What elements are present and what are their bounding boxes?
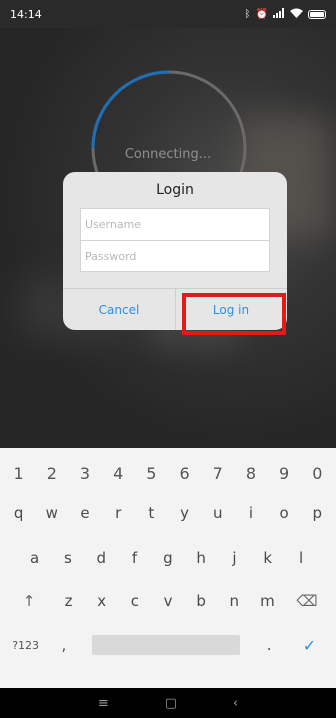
key-o[interactable]: o [268, 498, 301, 528]
dialog-title: Login [156, 182, 194, 198]
key-x[interactable]: x [85, 586, 118, 616]
wifi-icon [290, 8, 303, 21]
key-4[interactable]: 4 [102, 458, 135, 488]
key-comma[interactable]: , [45, 636, 82, 654]
status-bar: 14:14 ᛒ ⏰ [0, 0, 336, 28]
key-5[interactable]: 5 [135, 458, 168, 488]
key-w[interactable]: w [35, 498, 68, 528]
key-6[interactable]: 6 [168, 458, 201, 488]
keyboard-row-a: a s d f g h j k l [0, 543, 336, 573]
keyboard-row-z: ↑ z x c v b n m ⌫ [0, 586, 336, 616]
key-7[interactable]: 7 [201, 458, 234, 488]
key-g[interactable]: g [151, 543, 184, 573]
username-input[interactable] [80, 208, 270, 240]
menu-icon[interactable]: ≡ [98, 696, 109, 711]
key-1[interactable]: 1 [2, 458, 35, 488]
backspace-key-icon[interactable]: ⌫ [284, 586, 330, 616]
key-f[interactable]: f [118, 543, 151, 573]
key-9[interactable]: 9 [268, 458, 301, 488]
login-button[interactable]: Log in [175, 289, 287, 330]
key-t[interactable]: t [135, 498, 168, 528]
key-c[interactable]: c [118, 586, 151, 616]
key-r[interactable]: r [102, 498, 135, 528]
key-3[interactable]: 3 [68, 458, 101, 488]
key-e[interactable]: e [68, 498, 101, 528]
back-icon[interactable]: ‹ [233, 696, 238, 711]
cancel-button[interactable]: Cancel [63, 289, 175, 330]
key-n[interactable]: n [218, 586, 251, 616]
connecting-status: Connecting... [124, 147, 212, 162]
key-u[interactable]: u [201, 498, 234, 528]
key-j[interactable]: j [218, 543, 251, 573]
key-s[interactable]: s [51, 543, 84, 573]
key-q[interactable]: q [2, 498, 35, 528]
key-y[interactable]: y [168, 498, 201, 528]
key-v[interactable]: v [151, 586, 184, 616]
home-icon[interactable]: ▢ [165, 696, 177, 711]
key-8[interactable]: 8 [234, 458, 267, 488]
shift-key-icon[interactable]: ↑ [6, 586, 52, 616]
bluetooth-icon: ᛒ [244, 8, 251, 20]
key-m[interactable]: m [251, 586, 284, 616]
alarm-icon: ⏰ [255, 8, 268, 20]
key-l[interactable]: l [284, 543, 317, 573]
keyboard-bottom-row: ?123 , . ✓ [0, 628, 336, 662]
key-0[interactable]: 0 [301, 458, 334, 488]
key-p[interactable]: p [301, 498, 334, 528]
status-icons: ᛒ ⏰ [244, 7, 326, 21]
keyboard-number-row: 1 2 3 4 5 6 7 8 9 0 [0, 458, 336, 488]
symbols-key[interactable]: ?123 [6, 639, 45, 652]
keyboard-row-q: q w e r t y u i o p [0, 498, 336, 528]
navigation-bar: ≡ ▢ ‹ [0, 688, 336, 718]
soft-keyboard: 1 2 3 4 5 6 7 8 9 0 q w e r t y u i o p … [0, 448, 336, 688]
battery-icon [308, 9, 326, 19]
key-z[interactable]: z [52, 586, 85, 616]
status-time: 14:14 [10, 7, 42, 21]
key-k[interactable]: k [251, 543, 284, 573]
key-a[interactable]: a [18, 543, 51, 573]
key-2[interactable]: 2 [35, 458, 68, 488]
key-d[interactable]: d [85, 543, 118, 573]
key-b[interactable]: b [185, 586, 218, 616]
signal-icon [273, 7, 285, 21]
password-input[interactable] [80, 240, 270, 272]
enter-check-icon[interactable]: ✓ [289, 636, 330, 655]
space-bar[interactable] [92, 635, 240, 655]
key-i[interactable]: i [234, 498, 267, 528]
key-h[interactable]: h [184, 543, 217, 573]
login-dialog: Login Cancel Log in [63, 172, 287, 330]
key-period[interactable]: . [250, 636, 289, 654]
